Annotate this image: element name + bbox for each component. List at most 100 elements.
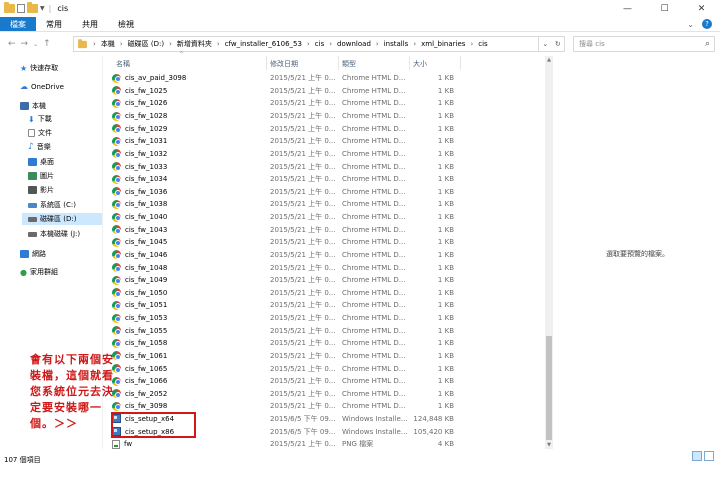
vertical-scrollbar[interactable]: ▲ ▼ (545, 56, 553, 449)
column-divider[interactable] (338, 56, 339, 70)
refresh-icon[interactable]: ↻ (555, 40, 561, 48)
breadcrumb-separator-icon[interactable]: › (93, 40, 96, 48)
file-row[interactable]: cis_fw_1034 2015/5/21 上午 0... Chrome HTML … (108, 173, 538, 186)
nav-item-documents[interactable]: 文件 (28, 128, 52, 138)
file-date: 2015/5/21 上午 0... (270, 377, 336, 386)
breadcrumb-separator-icon[interactable]: › (413, 40, 416, 48)
help-icon[interactable]: ? (702, 19, 712, 29)
file-row[interactable]: cis_fw_1053 2015/5/21 上午 0... Chrome HTML … (108, 312, 538, 325)
file-row[interactable]: cis_fw_1046 2015/5/21 上午 0... Chrome HTML … (108, 249, 538, 262)
file-row[interactable]: cis_fw_3098 2015/5/21 上午 0... Chrome HTML … (108, 400, 538, 413)
nav-item-network[interactable]: 網路 (20, 249, 46, 259)
file-row[interactable]: cis_av_paid_3098 2015/5/21 上午 0... Chrome … (108, 72, 538, 85)
breadcrumb-separator-icon[interactable]: › (329, 40, 332, 48)
breadcrumb-separator-icon[interactable]: › (376, 40, 379, 48)
address-bar[interactable]: › 本機 › 磁碟區 (D:) › 新增資料夾 › cfw_installer_… (73, 36, 539, 52)
breadcrumb-item[interactable]: 本機 (101, 39, 115, 49)
close-button[interactable]: ✕ (683, 0, 720, 17)
details-view-icon[interactable] (692, 451, 702, 461)
tab-home[interactable]: 常用 (36, 17, 72, 31)
nav-item-desktop[interactable]: 桌面 (28, 157, 54, 167)
breadcrumb-item[interactable]: xml_binaries (421, 40, 465, 48)
column-header-date[interactable]: 修改日期 (270, 59, 298, 69)
file-row[interactable]: cis_fw_1031 2015/5/21 上午 0... Chrome HTML … (108, 135, 538, 148)
picture-icon (28, 172, 37, 180)
file-row[interactable]: cis_fw_1066 2015/5/21 上午 0... Chrome HTML … (108, 375, 538, 388)
separator: | (48, 4, 52, 13)
file-row[interactable]: cis_fw_1026 2015/5/21 上午 0... Chrome HTML … (108, 97, 538, 110)
chrome-html-icon (112, 98, 121, 108)
breadcrumb-item[interactable]: 磁碟區 (D:) (128, 39, 164, 49)
file-row[interactable]: cis_fw_1028 2015/5/21 上午 0... Chrome HTML … (108, 110, 538, 123)
breadcrumb-separator-icon[interactable]: › (307, 40, 310, 48)
column-divider[interactable] (460, 56, 461, 70)
breadcrumb-item[interactable]: cfw_installer_6106_53 (225, 40, 302, 48)
properties-icon[interactable] (17, 4, 25, 13)
new-folder-icon[interactable] (27, 2, 38, 13)
file-row[interactable]: cis_fw_1025 2015/5/21 上午 0... Chrome HTML … (108, 85, 538, 98)
nav-item-drive-d[interactable]: 磁碟區 (D:) (22, 213, 102, 225)
nav-item-onedrive[interactable]: ☁ OneDrive (20, 82, 64, 91)
large-icons-view-icon[interactable] (704, 451, 714, 461)
file-row[interactable]: cis_fw_1038 2015/5/21 上午 0... Chrome HTML … (108, 198, 538, 211)
maximize-button[interactable]: ☐ (646, 0, 683, 17)
file-row[interactable]: cis_fw_1048 2015/5/21 上午 0... Chrome HTML … (108, 261, 538, 274)
expand-ribbon-icon[interactable]: ⌄ (687, 20, 694, 29)
column-divider[interactable] (409, 56, 410, 70)
nav-item-music[interactable]: ♪ 音樂 (28, 142, 51, 152)
nav-item-this-pc[interactable]: 本機 (20, 101, 46, 111)
file-row[interactable]: cis_fw_1033 2015/5/21 上午 0... Chrome HTML … (108, 160, 538, 173)
address-history-icon[interactable]: ⌄ (542, 40, 548, 48)
file-row[interactable]: cis_fw_1036 2015/5/21 上午 0... Chrome HTML … (108, 186, 538, 199)
file-row[interactable]: cis_fw_1040 2015/5/21 上午 0... Chrome HTML … (108, 211, 538, 224)
breadcrumb-item[interactable]: cis (478, 40, 487, 48)
nav-item-drive-c[interactable]: 系統區 (C:) (28, 200, 76, 210)
nav-item-downloads[interactable]: ⬇ 下載 (28, 114, 52, 124)
tab-share[interactable]: 共用 (72, 17, 108, 31)
breadcrumb-separator-icon[interactable]: › (120, 40, 123, 48)
chevron-down-icon[interactable]: ▼ (40, 5, 45, 12)
minimize-button[interactable]: — (609, 0, 646, 17)
file-row[interactable]: cis_fw_1043 2015/5/21 上午 0... Chrome HTML … (108, 223, 538, 236)
nav-item-drive-j[interactable]: 本機磁碟 (J:) (28, 229, 80, 239)
file-row[interactable]: cis_fw_1065 2015/5/21 上午 0... Chrome HTML … (108, 362, 538, 375)
breadcrumb-item[interactable]: installs (384, 40, 409, 48)
file-row[interactable]: cis_fw_1051 2015/5/21 上午 0... Chrome HTML … (108, 299, 538, 312)
back-arrow-icon[interactable]: ← (8, 39, 16, 49)
recent-dropdown-icon[interactable]: ⌄ (33, 41, 38, 49)
breadcrumb-separator-icon[interactable]: › (169, 40, 172, 48)
file-row[interactable]: cis_fw_1055 2015/5/21 上午 0... Chrome HTML … (108, 324, 538, 337)
search-icon[interactable]: ⌕ (705, 39, 710, 49)
column-header-name[interactable]: 名稱 (116, 59, 130, 69)
file-row[interactable]: cis_fw_1045 2015/5/21 上午 0... Chrome HTML … (108, 236, 538, 249)
breadcrumb-separator-icon[interactable]: › (470, 40, 473, 48)
column-header-size[interactable]: 大小 (413, 59, 427, 69)
breadcrumb-item[interactable]: 新增資料夾 (177, 39, 212, 49)
nav-item-homegroup[interactable]: ● 家用群組 (20, 267, 58, 277)
tab-view[interactable]: 檢視 (108, 17, 144, 31)
file-size: 105,420 KB (413, 427, 454, 436)
breadcrumb-separator-icon[interactable]: › (217, 40, 220, 48)
file-size: 1 KB (437, 99, 454, 108)
scroll-down-icon[interactable]: ▼ (545, 442, 553, 448)
file-row[interactable]: cis_fw_1050 2015/5/21 上午 0... Chrome HTML … (108, 287, 538, 300)
file-row[interactable]: cis_fw_1061 2015/5/21 上午 0... Chrome HTML … (108, 350, 538, 363)
file-row[interactable]: cis_fw_1032 2015/5/21 上午 0... Chrome HTML … (108, 148, 538, 161)
breadcrumb-item[interactable]: download (337, 40, 371, 48)
breadcrumb-item[interactable]: cis (315, 40, 324, 48)
nav-item-videos[interactable]: 影片 (28, 185, 54, 195)
column-header-type[interactable]: 類型 (342, 59, 356, 69)
tab-file[interactable]: 檔案 (0, 17, 36, 31)
up-arrow-icon[interactable]: ↑ (43, 39, 51, 49)
nav-item-pictures[interactable]: 圖片 (28, 171, 54, 181)
file-row[interactable]: cis_fw_1049 2015/5/21 上午 0... Chrome HTML … (108, 274, 538, 287)
search-input[interactable]: 搜尋 cis ⌕ (573, 36, 715, 52)
file-row[interactable]: cis_fw_1058 2015/5/21 上午 0... Chrome HTML … (108, 337, 538, 350)
file-row[interactable]: cis_fw_2052 2015/5/21 上午 0... Chrome HTML … (108, 388, 538, 401)
file-row[interactable]: cis_fw_1029 2015/5/21 上午 0... Chrome HTML … (108, 122, 538, 135)
scroll-up-icon[interactable]: ▲ (545, 57, 553, 63)
nav-item-quick-access[interactable]: ★ 快速存取 (20, 63, 58, 73)
column-divider[interactable] (266, 56, 267, 70)
scrollbar-thumb[interactable] (546, 336, 552, 440)
forward-arrow-icon[interactable]: → (21, 39, 29, 49)
